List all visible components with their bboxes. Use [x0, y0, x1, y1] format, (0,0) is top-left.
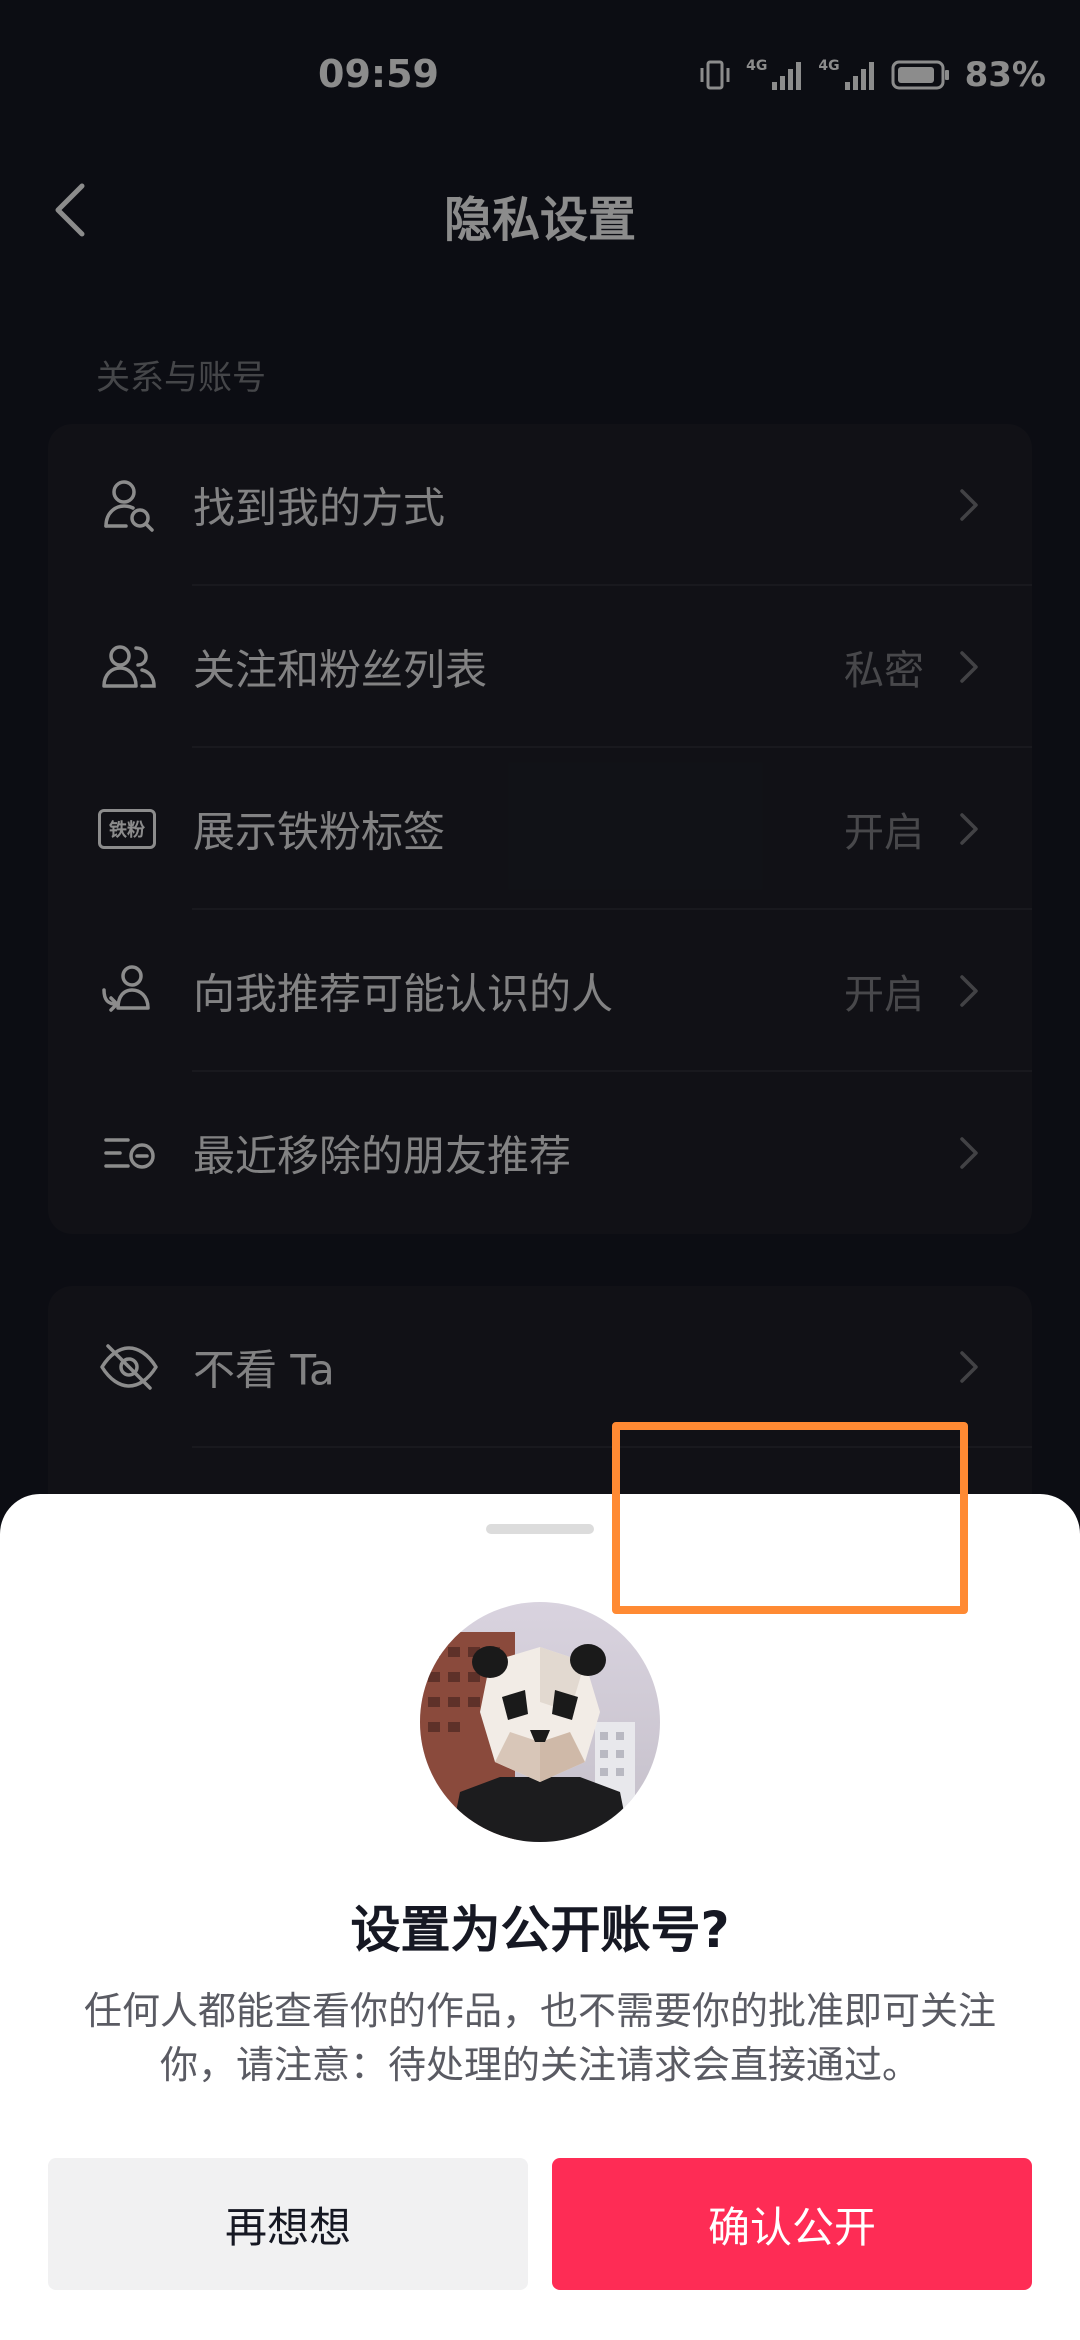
confirm-public-sheet: 设置为公开账号? 任何人都能查看你的作品，也不需要你的批准即可关注你，请注意：待…: [0, 1494, 1080, 2340]
confirm-public-button[interactable]: 确认公开: [552, 2158, 1032, 2290]
avatar: [420, 1602, 660, 1842]
sheet-description: 任何人都能查看你的作品，也不需要你的批准即可关注你，请注意：待处理的关注请求会直…: [83, 1989, 996, 2087]
avatar-image: [420, 1602, 660, 1842]
sheet-drag-handle[interactable]: [486, 1524, 594, 1534]
sheet-title: 设置为公开账号?: [350, 1901, 730, 1959]
highlight-box: [612, 1422, 968, 1614]
cancel-button[interactable]: 再想想: [48, 2158, 528, 2290]
